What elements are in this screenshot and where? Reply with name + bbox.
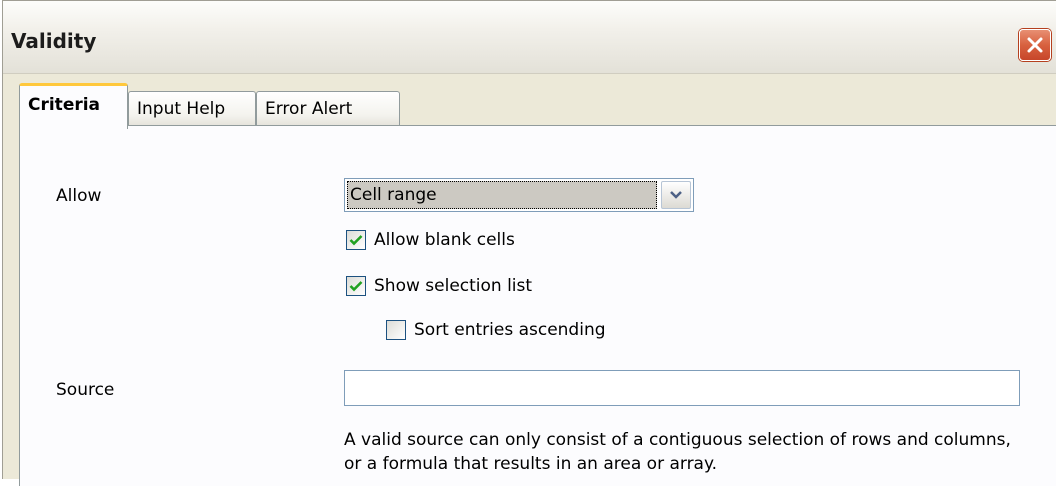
allow-dropdown-value: Cell range xyxy=(347,181,657,209)
sort-ascending-row[interactable]: Sort entries ascending xyxy=(386,320,606,340)
tab-error-alert[interactable]: Error Alert xyxy=(256,91,400,125)
checkmark-icon xyxy=(349,281,363,292)
criteria-panel: Allow Cell range Allow blank cells Show … xyxy=(19,125,1056,486)
tab-input-help[interactable]: Input Help xyxy=(128,91,256,125)
checkmark-icon xyxy=(349,235,363,246)
allow-blank-label: Allow blank cells xyxy=(374,230,515,250)
title-bar[interactable]: Validity xyxy=(3,1,1056,74)
close-icon xyxy=(1027,37,1043,53)
allow-dropdown[interactable]: Cell range xyxy=(344,178,694,212)
show-list-checkbox[interactable] xyxy=(346,276,366,296)
source-label: Source xyxy=(56,380,115,400)
show-list-label: Show selection list xyxy=(374,276,533,296)
sort-ascending-label: Sort entries ascending xyxy=(414,320,606,340)
sort-ascending-checkbox[interactable] xyxy=(386,320,406,340)
allow-blank-checkbox[interactable] xyxy=(346,230,366,250)
allow-label: Allow xyxy=(56,186,102,206)
close-button[interactable] xyxy=(1019,29,1051,61)
source-help-text: A valid source can only consist of a con… xyxy=(344,430,1011,474)
tab-criteria[interactable]: Criteria xyxy=(19,83,128,129)
dialog-title: Validity xyxy=(11,29,97,53)
validity-dialog: Validity Criteria Input Help Error Alert… xyxy=(2,0,1056,486)
dropdown-arrow-button[interactable] xyxy=(661,181,691,209)
show-list-row[interactable]: Show selection list xyxy=(346,276,532,296)
chevron-down-icon xyxy=(670,191,682,199)
allow-blank-row[interactable]: Allow blank cells xyxy=(346,230,515,250)
source-input[interactable] xyxy=(344,370,1020,406)
